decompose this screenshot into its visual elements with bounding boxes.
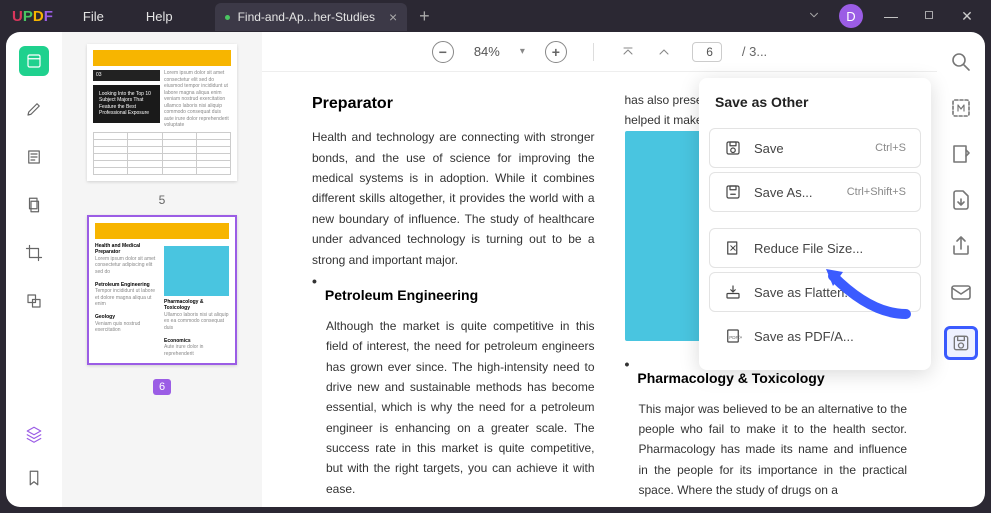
menu-reduce-file-size[interactable]: Reduce File Size... [709,228,921,268]
thumb-5-label: 5 [74,193,250,207]
page-tool[interactable] [19,190,49,220]
thumbnail-panel: 03 Looking Into the Top 10 Subject Major… [62,32,262,507]
text-tool[interactable] [19,142,49,172]
first-page-icon[interactable] [620,44,636,60]
tab-status-icon [225,15,230,20]
window-close-icon[interactable]: ✕ [957,8,977,25]
view-toolbar: − 84% ▾ + / 3... [262,32,937,72]
menu-help[interactable]: Help [146,9,173,24]
zoom-dropdown-icon[interactable]: ▾ [520,46,525,57]
save-as-other-panel: Save as Other SaveCtrl+S Save As...Ctrl+… [699,78,931,370]
bookmark-tool[interactable] [19,463,49,493]
mail-icon[interactable] [949,280,973,304]
share-icon[interactable] [949,234,973,258]
menu-save-flatten[interactable]: Save as Flatten... [709,272,921,312]
app-logo: UPDF [12,8,53,25]
search-icon[interactable] [949,50,973,74]
prev-page-icon[interactable] [656,44,672,60]
annotate-tool[interactable] [19,94,49,124]
tab-title: Find-and-Ap...her-Studies [238,10,375,24]
menu-file[interactable]: File [83,9,104,24]
zoom-out-button[interactable]: − [432,41,454,63]
zoom-in-button[interactable]: + [545,41,567,63]
thumbnail-page-6[interactable]: Health and Medical PreparatorLorem ipsum… [87,215,237,366]
svg-text:PDF/A: PDF/A [729,335,742,340]
tab-close-icon[interactable]: × [389,9,397,25]
export-icon[interactable] [949,188,973,212]
doc-paragraph: This major was believed to be an alterna… [625,399,908,501]
page-number-input[interactable] [692,42,722,62]
save-as-other-icon[interactable] [944,326,978,360]
left-rail [6,32,62,507]
doc-paragraph: Although the market is quite competitive… [312,316,595,500]
tabs-dropdown-icon[interactable] [807,8,821,25]
thumbnail-page-5[interactable]: 03 Looking Into the Top 10 Subject Major… [87,44,237,181]
ocr-icon[interactable] [949,96,973,120]
panel-title: Save as Other [699,88,931,124]
add-tab-button[interactable]: + [419,6,430,27]
app-frame: 03 Looking Into the Top 10 Subject Major… [6,32,985,507]
menu-save-as[interactable]: Save As...Ctrl+Shift+S [709,172,921,212]
menu-save[interactable]: SaveCtrl+S [709,128,921,168]
titlebar: UPDF File Help Find-and-Ap...her-Studies… [0,0,991,32]
compare-tool[interactable] [19,286,49,316]
layers-tool[interactable] [19,419,49,449]
doc-heading-pharmacology: Pharmacology & Toxicology [637,367,824,391]
window-minimize-icon[interactable]: — [881,8,901,24]
doc-heading-preparator: Preparator [312,90,595,117]
page-total: / 3... [742,44,767,59]
right-rail [937,32,985,507]
doc-heading-petroleum: Petroleum Engineering [325,284,478,308]
doc-paragraph: Health and technology are connecting wit… [312,127,595,270]
convert-icon[interactable] [949,142,973,166]
window-maximize-icon[interactable] [919,8,939,24]
zoom-level: 84% [474,44,500,59]
thumbnails-tool[interactable] [19,46,49,76]
user-avatar[interactable]: D [839,4,863,28]
document-tab[interactable]: Find-and-Ap...her-Studies × [215,3,408,31]
crop-tool[interactable] [19,238,49,268]
menu-save-pdfa[interactable]: PDF/A Save as PDF/A... [709,316,921,356]
thumb-6-label: 6 [153,379,171,395]
